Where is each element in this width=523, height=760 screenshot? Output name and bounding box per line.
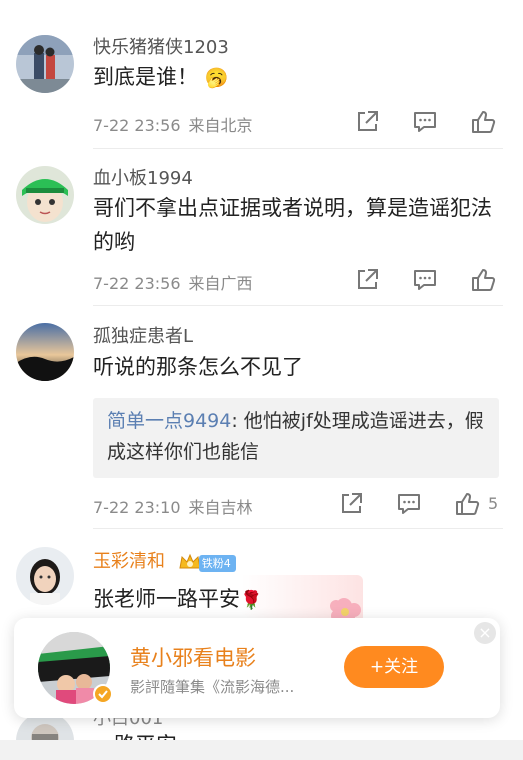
follow-card[interactable]: × 黄小邪看电影 影評隨筆集《流影海德... +关注	[14, 618, 500, 718]
card-subtitle: 影評隨筆集《流影海德...	[130, 678, 295, 696]
verified-icon	[93, 684, 113, 704]
comment-text-body: 张老师一路平安	[93, 587, 240, 611]
comment-item: 玉彩清和 铁粉4 张老师一路平安🌹	[0, 0, 523, 640]
avatar[interactable]	[16, 547, 74, 605]
fan-badge: 铁粉4	[198, 554, 236, 572]
close-button[interactable]: ×	[474, 622, 496, 644]
follow-button[interactable]: +关注	[344, 646, 444, 688]
card-username[interactable]: 黄小邪看电影	[130, 642, 256, 672]
rose-icon: 🌹	[240, 590, 263, 611]
comment-username[interactable]: 玉彩清和 铁粉4	[93, 547, 236, 573]
bottom-strip	[0, 740, 523, 760]
comment-text: 张老师一路平安🌹	[93, 582, 503, 618]
comment-username-text[interactable]: 玉彩清和	[93, 551, 165, 572]
